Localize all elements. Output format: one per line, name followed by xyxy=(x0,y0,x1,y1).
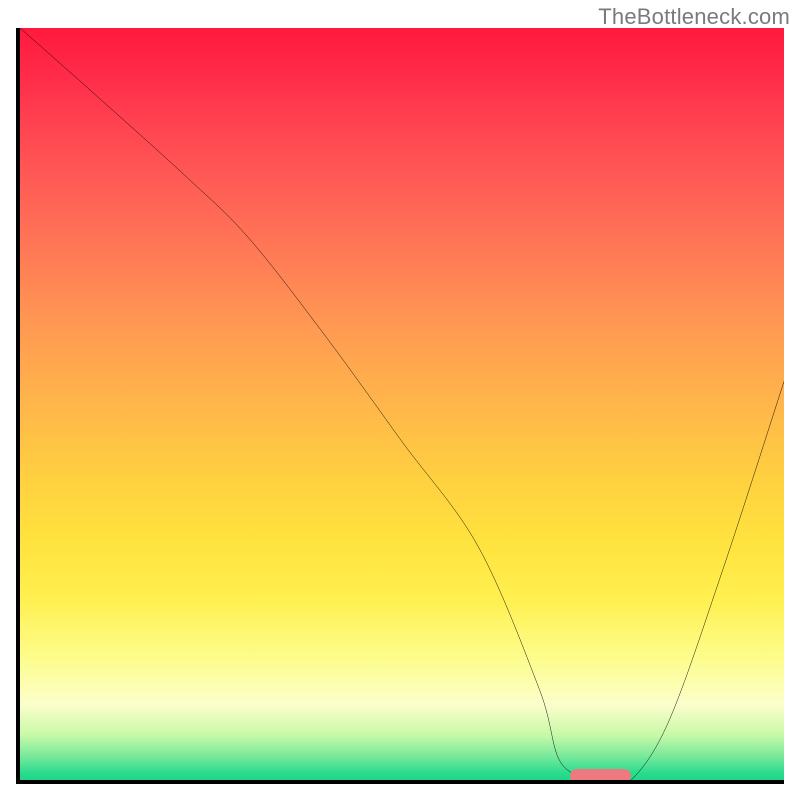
bottleneck-curve xyxy=(20,28,784,780)
curve-path xyxy=(20,28,784,784)
optimal-range-marker xyxy=(570,769,631,783)
watermark-text: TheBottleneck.com xyxy=(598,4,790,30)
plot-area xyxy=(16,28,784,784)
